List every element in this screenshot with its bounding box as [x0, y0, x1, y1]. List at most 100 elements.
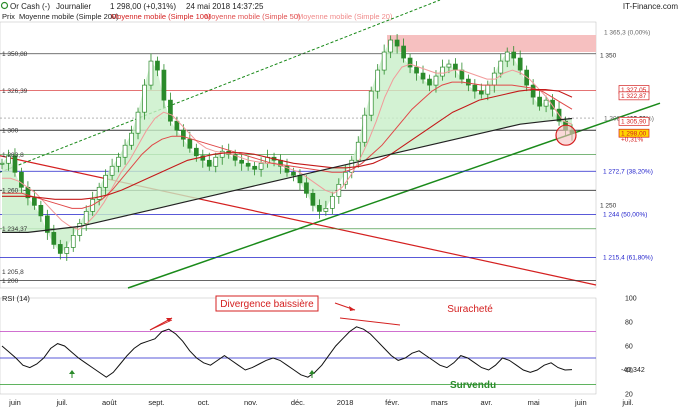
x-axis-label: juin — [574, 398, 587, 407]
x-axis-label: nov. — [244, 398, 258, 407]
candle-body — [433, 75, 439, 86]
candle-body — [103, 174, 108, 188]
candle-body — [381, 51, 387, 71]
instrument-name: Or Cash (-) — [10, 2, 50, 11]
rsi-title: RSI (14) — [2, 294, 30, 303]
candle-body — [129, 132, 134, 146]
x-axis-label: juin — [8, 398, 21, 407]
x-axis-label: mars — [431, 398, 448, 407]
candle-body — [174, 120, 180, 131]
legend-sma100: Moyenne mobile (Simple 100) — [111, 12, 211, 21]
candle-body — [304, 182, 309, 194]
legend-sma20: Moyenne mobile (Simple 20) — [297, 12, 393, 21]
overbought-label: Suracheté — [447, 304, 493, 315]
candle-body — [168, 99, 173, 122]
candle-body — [57, 244, 63, 254]
rsi-tick-label: 100 — [625, 296, 637, 303]
price-axis-label: 1 205,8 — [2, 269, 24, 276]
oversold-label: Survendu — [450, 380, 496, 391]
candle-body — [368, 90, 374, 116]
price-axis-label: 1 234,37 — [2, 226, 28, 233]
candle-body — [19, 171, 24, 188]
candle-body — [517, 57, 523, 71]
candle-body — [252, 165, 257, 170]
candle-body — [323, 208, 329, 212]
divergence-label: Divergence baissière — [220, 299, 314, 310]
quote-datetime: 24 mai 2018 14:37:25 — [186, 2, 264, 11]
candle-body — [310, 192, 316, 206]
price-axis-label: 1 326,39 — [2, 88, 28, 95]
candle-body — [485, 84, 491, 95]
candle-body — [181, 129, 186, 140]
rsi-tick-label: 80 — [625, 320, 633, 327]
candle-body — [155, 60, 160, 71]
price-axis-label: 1 322,87 — [621, 93, 647, 100]
candle-body — [362, 114, 368, 143]
price-axis-label: 1 215,4 (61,80%) — [603, 255, 653, 262]
candle-body — [161, 69, 167, 101]
rsi-tick-label: 60 — [625, 344, 633, 351]
x-axis-label: mai — [528, 398, 540, 407]
candle-body — [187, 138, 193, 149]
candle-body — [245, 162, 251, 167]
source-label: IT-Finance.com — [623, 2, 678, 11]
candle-body — [466, 78, 471, 86]
candle-body — [116, 156, 121, 167]
candle-body — [504, 51, 510, 62]
candle-body — [122, 144, 128, 158]
price-axis-label: 1 272,7 (38,20%) — [603, 169, 653, 176]
candle-body — [498, 60, 504, 74]
candle-body — [142, 84, 147, 113]
legend-sma200: Moyenne mobile (Simple 200) — [19, 12, 119, 21]
legend-prefix: Prix — [2, 12, 15, 21]
candle-body — [213, 156, 219, 167]
candle-body — [193, 147, 199, 157]
candle-body — [543, 99, 549, 107]
candle-body — [135, 111, 141, 134]
resistance-zone — [387, 35, 596, 52]
candle-body — [38, 204, 44, 217]
candle-body — [478, 90, 484, 95]
rsi-current-value: -40,342 — [621, 367, 645, 374]
x-axis-label: juil. — [621, 398, 633, 407]
price-axis-label: 1 260 — [2, 188, 19, 195]
price-axis-label: 1 365,3 (0,00%) — [604, 29, 650, 36]
candle-body — [414, 66, 419, 74]
x-axis-label: févr. — [385, 398, 399, 407]
candle-body — [459, 69, 465, 80]
candle-body — [420, 72, 426, 80]
candle-body — [427, 78, 432, 86]
candle-body — [446, 63, 452, 68]
price-axis-label: 1 350 — [600, 52, 617, 59]
candle-body — [83, 211, 89, 224]
candle-body — [291, 171, 296, 176]
rsi-plot-area — [0, 297, 597, 395]
candle-body — [407, 57, 413, 68]
candle-body — [401, 45, 406, 59]
x-axis-label: déc. — [291, 398, 305, 407]
candle-body — [109, 165, 115, 176]
quote-value: 1 298,00 (+0,31%) — [110, 2, 176, 11]
price-axis-label: 1 283,8 — [2, 152, 24, 159]
candle-body — [388, 39, 393, 53]
rsi-tick-label: 20 — [625, 392, 633, 399]
x-axis-label: juil. — [56, 398, 68, 407]
price-axis-label: 1 244 (50,00%) — [603, 212, 647, 219]
legend-sma50: Moyenne mobile (Simple 50) — [205, 12, 301, 21]
candle-body — [70, 235, 76, 248]
x-axis-label: 2018 — [337, 398, 354, 407]
period-label: Journalier — [56, 2, 91, 11]
candle-body — [537, 96, 542, 107]
candle-body — [440, 66, 445, 77]
price-axis-label: +0,31% — [621, 137, 643, 144]
candle-body — [317, 204, 322, 212]
chart-root: Or Cash (-) Journalier 1 298,00 (+0,31%)… — [0, 0, 680, 409]
current-price-marker — [555, 124, 577, 146]
candle-body — [472, 84, 478, 92]
price-axis-label: 1 300 — [2, 128, 19, 135]
candle-body — [0, 162, 5, 165]
candle-body — [51, 232, 57, 245]
candle-body — [530, 84, 536, 98]
x-axis-label: avr. — [480, 398, 492, 407]
x-axis-label: oct. — [198, 398, 210, 407]
